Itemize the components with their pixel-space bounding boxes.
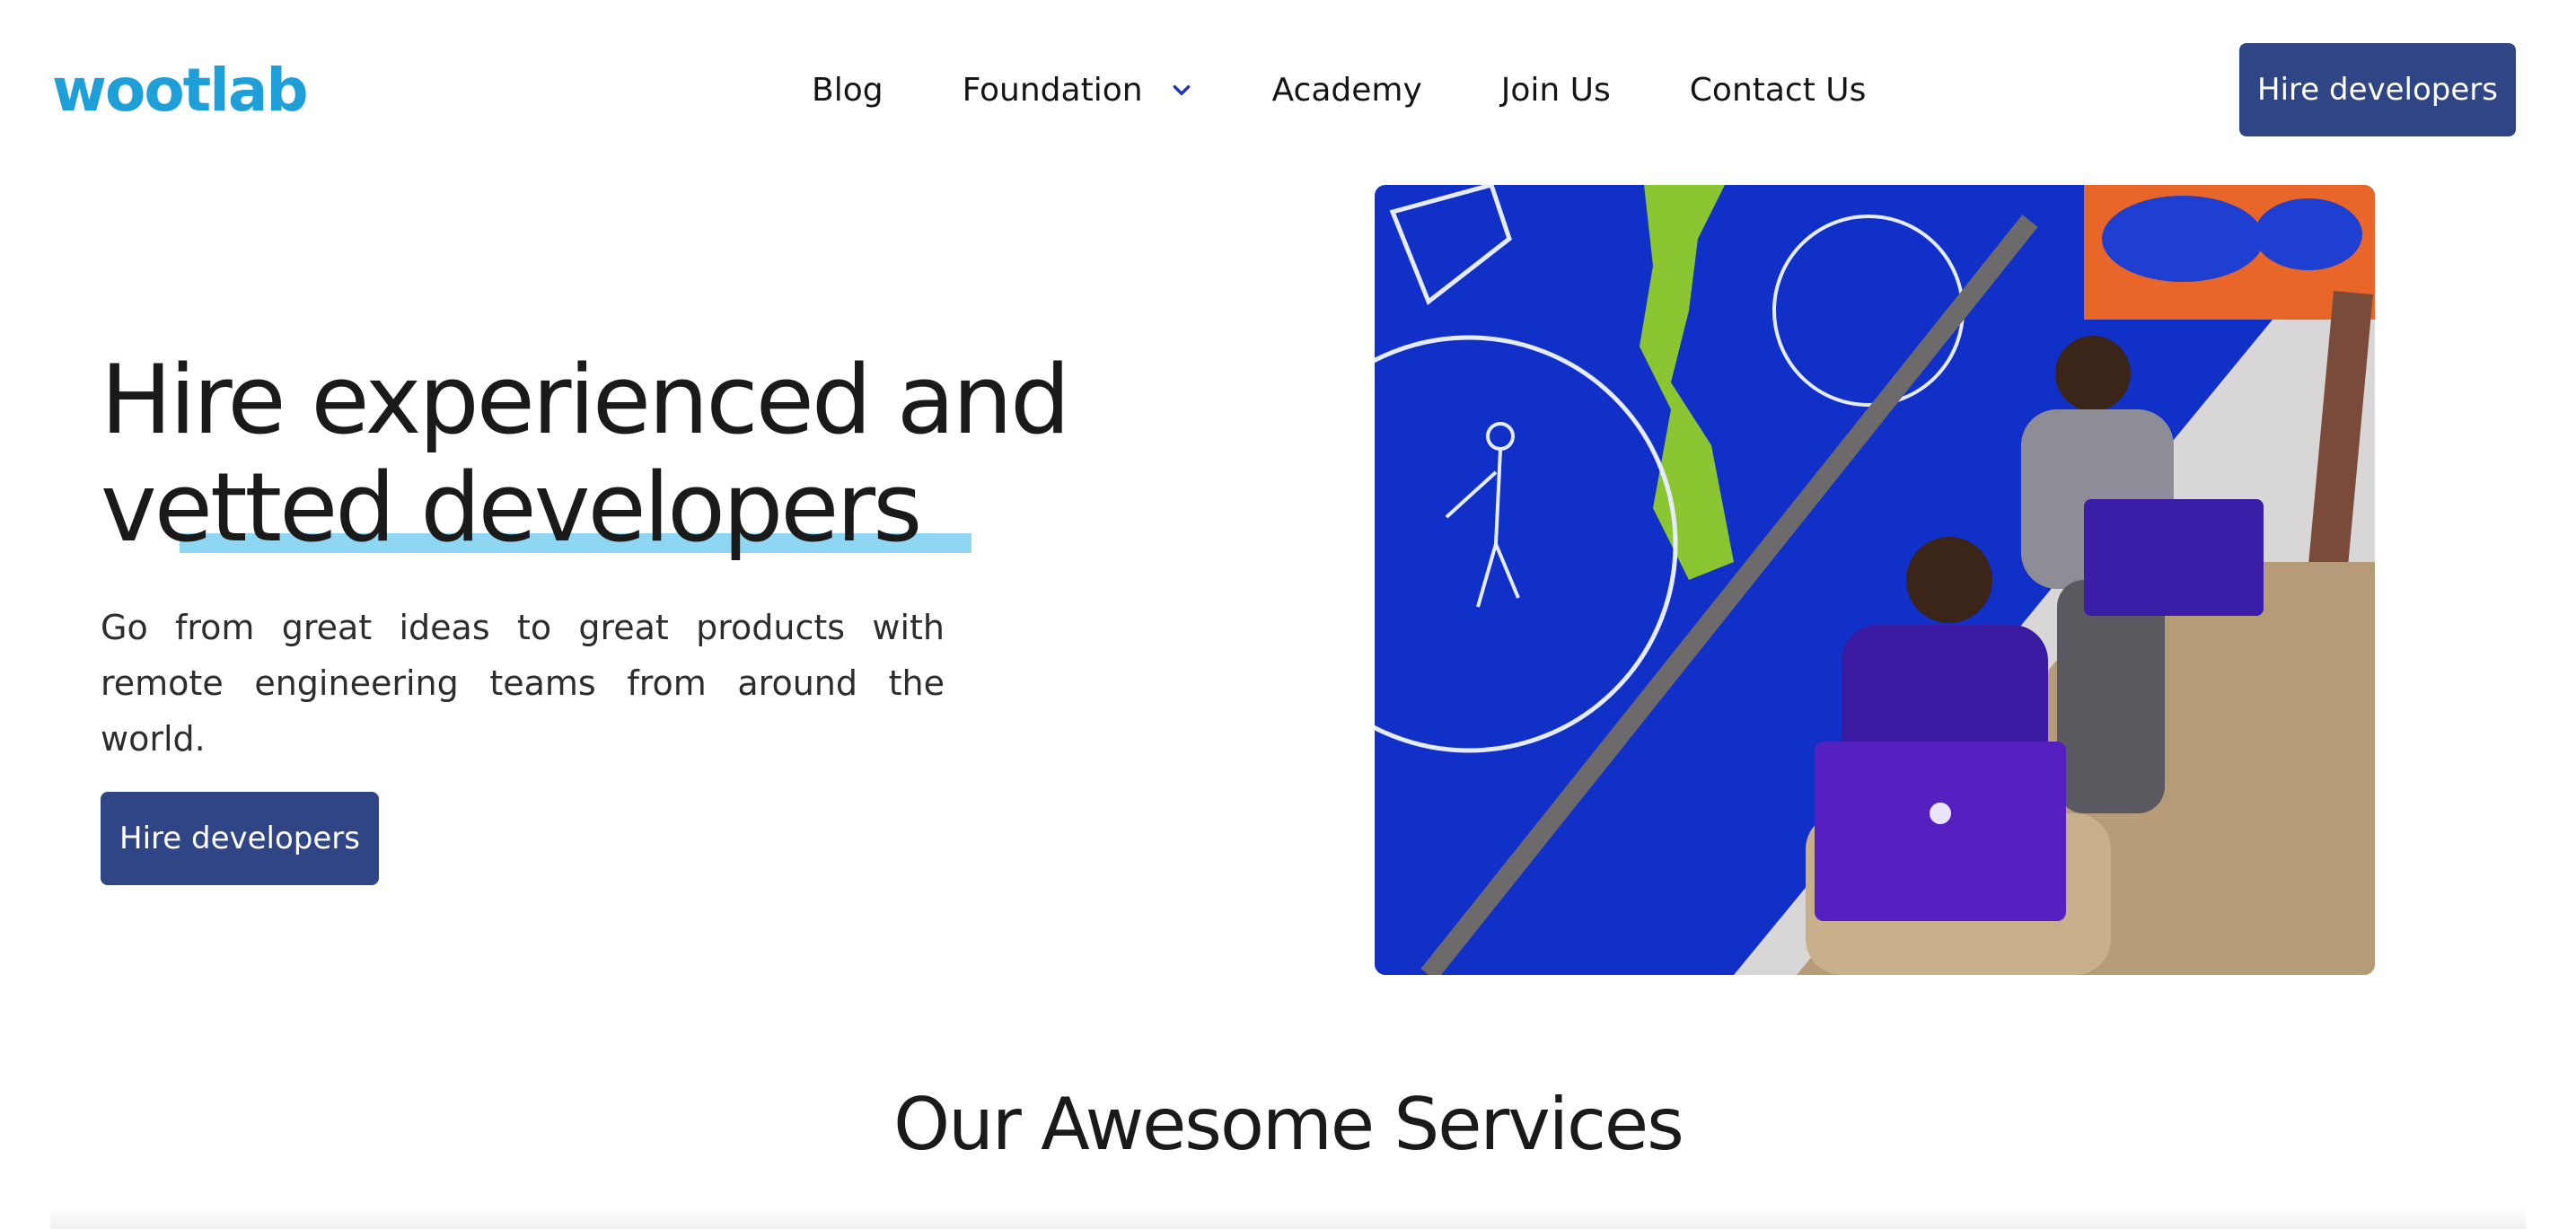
hero-title-line-1: Hire experienced and: [101, 345, 1070, 455]
hero-photo: [1375, 185, 2375, 975]
header-hire-developers-button[interactable]: Hire developers: [2239, 43, 2516, 136]
services-card-top-edge: [50, 1207, 2526, 1229]
chevron-down-icon[interactable]: [1170, 78, 1193, 101]
nav-blog-label: Blog: [812, 71, 884, 109]
nav-academy[interactable]: Academy: [1272, 72, 1422, 109]
nav-academy-label: Academy: [1271, 71, 1422, 109]
nav-join-us[interactable]: Join Us: [1501, 72, 1611, 109]
hero-photo-illustration: [1375, 185, 2375, 975]
nav-join-us-label: Join Us: [1500, 71, 1611, 109]
hero-hire-developers-button[interactable]: Hire developers: [101, 792, 379, 885]
hero-title: Hire experienced and vetted developers: [101, 347, 1088, 562]
nav-blog[interactable]: Blog: [812, 72, 884, 109]
nav-contact-us[interactable]: Contact Us: [1690, 72, 1867, 109]
logo-text: wootlab: [52, 55, 309, 125]
hero-title-line-2: vetted developers: [101, 452, 922, 563]
nav-contact-us-label: Contact Us: [1689, 71, 1867, 109]
main-nav: Blog Foundation Academy Join Us Contact …: [812, 65, 1866, 115]
nav-foundation-label: Foundation: [962, 71, 1143, 109]
services-heading: Our Awesome Services: [893, 1083, 1684, 1166]
wootlab-logo[interactable]: wootlab: [52, 54, 309, 126]
nav-foundation[interactable]: Foundation: [963, 72, 1193, 109]
hero-subtitle: Go from great ideas to great products wi…: [101, 608, 945, 759]
